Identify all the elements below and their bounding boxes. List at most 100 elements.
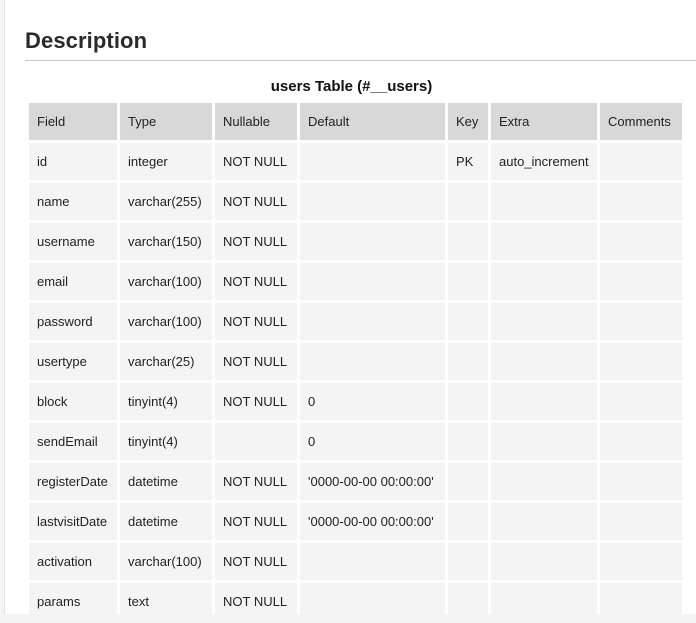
cell-nullable: NOT NULL	[215, 183, 297, 220]
cell-type: datetime	[120, 463, 212, 500]
cell-default	[300, 263, 445, 300]
cell-nullable: NOT NULL	[215, 463, 297, 500]
cell-field: email	[29, 263, 117, 300]
cell-key	[448, 543, 488, 580]
cell-default: 0	[300, 423, 445, 460]
cell-nullable: NOT NULL	[215, 503, 297, 540]
cell-nullable	[215, 423, 297, 460]
cell-key	[448, 303, 488, 340]
table-row: password varchar(100) NOT NULL	[29, 303, 682, 340]
column-header-extra: Extra	[491, 103, 597, 140]
table-header-row: Field Type Nullable Default Key Extra Co…	[29, 103, 682, 140]
cell-key	[448, 583, 488, 620]
cell-comments	[600, 543, 682, 580]
cell-type: datetime	[120, 503, 212, 540]
cell-extra	[491, 583, 597, 620]
cell-type: varchar(100)	[120, 303, 212, 340]
cell-extra	[491, 463, 597, 500]
table-row: sendEmail tinyint(4) 0	[29, 423, 682, 460]
cell-comments	[600, 183, 682, 220]
cell-nullable: NOT NULL	[215, 343, 297, 380]
column-header-comments: Comments	[600, 103, 682, 140]
table-row: name varchar(255) NOT NULL	[29, 183, 682, 220]
table-row: params text NOT NULL	[29, 583, 682, 620]
cell-comments	[600, 463, 682, 500]
cell-key: PK	[448, 143, 488, 180]
cell-nullable: NOT NULL	[215, 143, 297, 180]
cell-comments	[600, 223, 682, 260]
table-row: block tinyint(4) NOT NULL 0	[29, 383, 682, 420]
cell-default	[300, 583, 445, 620]
table-row: usertype varchar(25) NOT NULL	[29, 343, 682, 380]
cell-key	[448, 223, 488, 260]
cell-nullable: NOT NULL	[215, 383, 297, 420]
cell-comments	[600, 503, 682, 540]
cell-field: id	[29, 143, 117, 180]
cell-extra	[491, 223, 597, 260]
cell-comments	[600, 303, 682, 340]
cell-type: tinyint(4)	[120, 383, 212, 420]
column-header-field: Field	[29, 103, 117, 140]
schema-table: Field Type Nullable Default Key Extra Co…	[26, 100, 685, 623]
cell-field: username	[29, 223, 117, 260]
cell-type: varchar(255)	[120, 183, 212, 220]
column-header-type: Type	[120, 103, 212, 140]
cell-extra	[491, 383, 597, 420]
cell-field: sendEmail	[29, 423, 117, 460]
cell-extra	[491, 183, 597, 220]
table-row: username varchar(150) NOT NULL	[29, 223, 682, 260]
cell-default	[300, 223, 445, 260]
cell-key	[448, 263, 488, 300]
table-row: email varchar(100) NOT NULL	[29, 263, 682, 300]
cell-extra	[491, 343, 597, 380]
cell-nullable: NOT NULL	[215, 263, 297, 300]
cell-key	[448, 183, 488, 220]
cell-type: varchar(100)	[120, 263, 212, 300]
table-row: id integer NOT NULL PK auto_increment	[29, 143, 682, 180]
cell-type: integer	[120, 143, 212, 180]
cell-type: text	[120, 583, 212, 620]
cell-extra	[491, 503, 597, 540]
cell-field: activation	[29, 543, 117, 580]
cell-default: '0000-00-00 00:00:00'	[300, 463, 445, 500]
cell-type: varchar(150)	[120, 223, 212, 260]
cell-field: params	[29, 583, 117, 620]
title-divider	[25, 60, 696, 61]
cell-nullable: NOT NULL	[215, 583, 297, 620]
cell-key	[448, 343, 488, 380]
cell-default	[300, 143, 445, 180]
cell-field: name	[29, 183, 117, 220]
column-header-key: Key	[448, 103, 488, 140]
cell-field: block	[29, 383, 117, 420]
cell-key	[448, 463, 488, 500]
cell-key	[448, 423, 488, 460]
column-header-nullable: Nullable	[215, 103, 297, 140]
cell-comments	[600, 583, 682, 620]
cell-field: lastvisitDate	[29, 503, 117, 540]
cell-nullable: NOT NULL	[215, 543, 297, 580]
cell-extra	[491, 303, 597, 340]
cell-default	[300, 543, 445, 580]
table-caption: users Table (#__users)	[270, 78, 433, 95]
cell-default: 0	[300, 383, 445, 420]
section-title: Description	[25, 28, 148, 53]
cell-extra	[491, 543, 597, 580]
column-header-default: Default	[300, 103, 445, 140]
cell-default	[300, 343, 445, 380]
table-row: registerDate datetime NOT NULL '0000-00-…	[29, 463, 682, 500]
cell-comments	[600, 423, 682, 460]
cell-default	[300, 183, 445, 220]
cell-key	[448, 383, 488, 420]
cell-comments	[600, 343, 682, 380]
cell-nullable: NOT NULL	[215, 223, 297, 260]
cell-type: tinyint(4)	[120, 423, 212, 460]
cell-key	[448, 503, 488, 540]
cell-default	[300, 303, 445, 340]
table-row: lastvisitDate datetime NOT NULL '0000-00…	[29, 503, 682, 540]
cell-extra	[491, 263, 597, 300]
cell-field: usertype	[29, 343, 117, 380]
cell-comments	[600, 383, 682, 420]
cell-comments	[600, 263, 682, 300]
cell-field: registerDate	[29, 463, 117, 500]
cell-type: varchar(100)	[120, 543, 212, 580]
